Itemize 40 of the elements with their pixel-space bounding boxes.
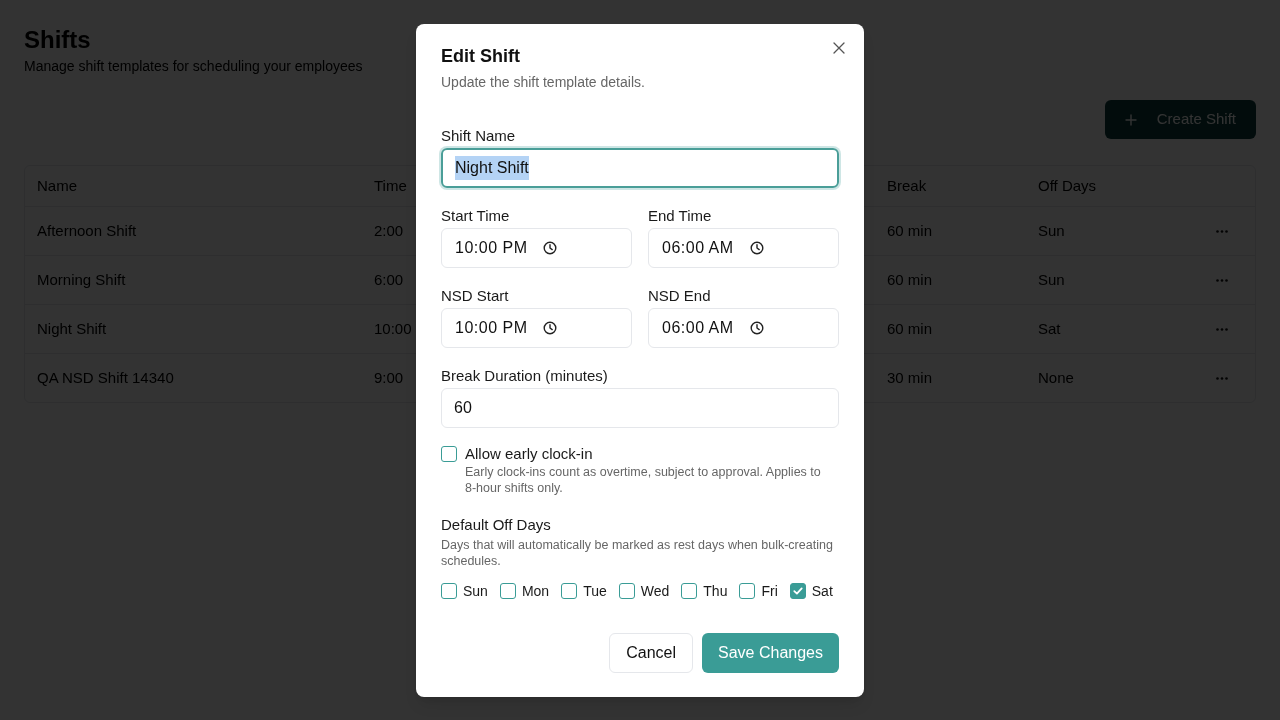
time-input[interactable]: 10:00 PM (441, 228, 632, 268)
help-text: Days that will automatically be marked as rest days when bulk-creating schedules. (441, 537, 834, 569)
time-input[interactable]: 06:00 AM (648, 228, 839, 268)
text-input[interactable]: Night Shift (441, 148, 839, 188)
help-text: Early clock-ins count as overtime, subject to approval. Applies to 8-hour shifts only. (465, 464, 822, 496)
field-label: Shift Name (441, 126, 516, 146)
checkbox[interactable] (739, 583, 756, 599)
day-label: Fri (761, 582, 778, 601)
number-input[interactable]: 60 (441, 388, 839, 428)
day-label: Sat (811, 582, 833, 601)
time-input[interactable]: 06:00 AM (648, 308, 839, 348)
time-input[interactable]: 10:00 PM (441, 308, 632, 348)
dialog-title: Edit Shift (441, 45, 520, 68)
dialog-subtitle: Update the shift template details. (441, 73, 645, 92)
field-label: NSD Start (441, 286, 509, 306)
checkbox[interactable] (681, 583, 698, 599)
checkbox[interactable] (499, 583, 516, 599)
checkbox[interactable] (789, 583, 806, 599)
checkbox-label: Allow early clock-in (465, 444, 593, 464)
checkmark-icon (791, 585, 804, 597)
close-icon[interactable] (833, 42, 845, 54)
checkbox[interactable] (561, 583, 578, 599)
clock-icon (543, 241, 558, 255)
clock-icon (749, 321, 764, 335)
checkbox[interactable] (441, 446, 457, 462)
clock-icon (543, 321, 558, 335)
clock-icon (749, 241, 764, 255)
day-label: Mon (521, 582, 550, 601)
cancel-button[interactable]: Cancel (609, 633, 694, 673)
day-label: Sun (463, 582, 488, 601)
day-label: Wed (640, 582, 670, 601)
day-label: Tue (583, 582, 607, 601)
field-label: Break Duration (minutes) (441, 366, 608, 386)
field-label: Default Off Days (441, 515, 551, 535)
day-label: Thu (703, 582, 728, 601)
field-label: End Time (648, 206, 712, 226)
field-label: Start Time (441, 206, 510, 226)
checkbox[interactable] (618, 583, 635, 599)
checkbox[interactable] (441, 583, 457, 599)
field-label: NSD End (648, 286, 711, 306)
